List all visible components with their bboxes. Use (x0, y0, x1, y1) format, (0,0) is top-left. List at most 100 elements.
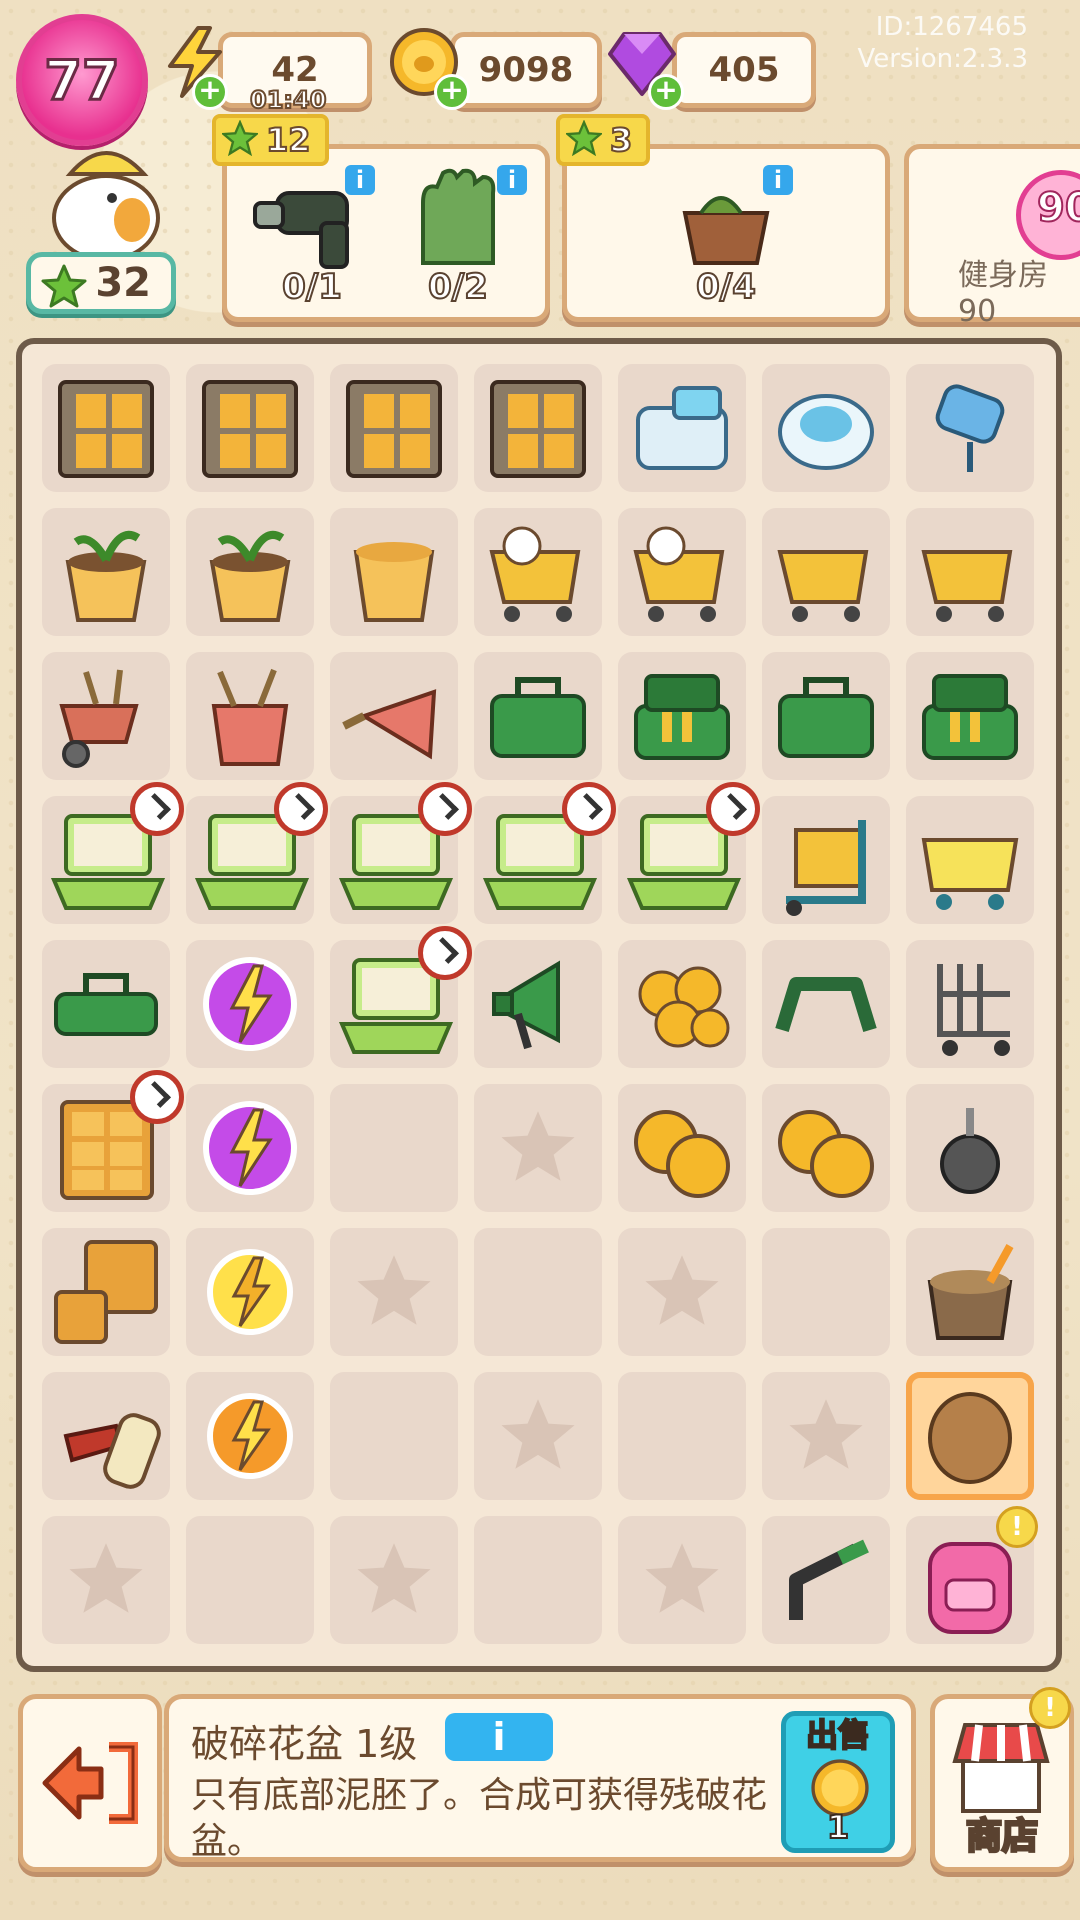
add-coins-button[interactable]: + (434, 74, 470, 110)
locker-icon[interactable] (334, 368, 454, 488)
shopping-cart-duck-icon[interactable] (622, 512, 742, 632)
handle-icon[interactable] (766, 944, 886, 1064)
board-cell[interactable] (330, 508, 458, 636)
board-cell[interactable] (474, 940, 602, 1068)
board-cell[interactable] (762, 1084, 890, 1212)
board-cell[interactable] (762, 1228, 890, 1356)
board-cell[interactable] (42, 1228, 170, 1356)
board-cell[interactable] (618, 1372, 746, 1500)
board-cell[interactable] (330, 1516, 458, 1644)
energy-orb-yellow-icon[interactable] (190, 1232, 310, 1352)
board-cell[interactable] (42, 782, 184, 924)
board-cell[interactable] (42, 508, 170, 636)
board-cell[interactable] (474, 1228, 602, 1356)
locker-icon[interactable] (190, 368, 310, 488)
board-cell[interactable] (762, 364, 890, 492)
toolbox-icon[interactable] (766, 656, 886, 776)
coin-pile-icon[interactable] (622, 944, 742, 1064)
drawer-cabinet-icon[interactable] (46, 1232, 166, 1352)
bucket-tools-icon[interactable] (190, 656, 310, 776)
board-cell[interactable] (762, 508, 890, 636)
board-cell[interactable] (330, 782, 472, 924)
board-cell[interactable] (330, 1228, 458, 1356)
board-cell[interactable] (474, 1372, 602, 1500)
board-cell[interactable] (906, 796, 1034, 924)
toolbox-open-icon[interactable] (622, 656, 742, 776)
board-cell[interactable] (762, 1372, 890, 1500)
shopping-cart-duck-icon[interactable] (478, 512, 598, 632)
board-cell[interactable] (618, 364, 746, 492)
robot-vacuum-icon[interactable] (766, 368, 886, 488)
board-cell[interactable] (762, 796, 890, 924)
energy-orb-purple-icon[interactable] (190, 944, 310, 1064)
board-cell[interactable] (618, 1516, 746, 1644)
sell-button[interactable]: 出售 1 (781, 1711, 895, 1853)
shopping-cart-icon[interactable] (910, 512, 1030, 632)
board-cell[interactable] (906, 652, 1034, 780)
board-cell[interactable] (618, 940, 746, 1068)
locker-icon[interactable] (478, 368, 598, 488)
toolbox-open-icon[interactable] (910, 656, 1030, 776)
order-card-2[interactable]: 0/4 i (562, 144, 890, 322)
board-cell[interactable] (186, 940, 314, 1068)
pipe-icon[interactable] (766, 1520, 886, 1640)
item-info-button[interactable]: i (445, 1713, 553, 1761)
board-cell[interactable] (762, 652, 890, 780)
board-cell[interactable] (618, 782, 760, 924)
order-card-1[interactable]: 0/1 i 0/2 i (222, 144, 550, 322)
duck-mascot-icon[interactable] (36, 128, 176, 268)
board-cell[interactable] (474, 782, 616, 924)
board-cell[interactable] (186, 1516, 314, 1644)
board-cell[interactable] (42, 1372, 170, 1500)
board-cell[interactable] (762, 940, 890, 1068)
board-cell[interactable] (474, 508, 602, 636)
board-cell[interactable] (906, 1228, 1034, 1356)
board-cell[interactable] (186, 364, 314, 492)
board-cell[interactable] (186, 1084, 314, 1212)
board-cell[interactable] (186, 508, 314, 636)
board-cell[interactable] (42, 364, 170, 492)
energy-orb-orange-icon[interactable] (190, 1376, 310, 1496)
bread-stone-icon[interactable] (910, 1376, 1030, 1496)
trowel-icon[interactable] (334, 656, 454, 776)
board-cell[interactable] (906, 940, 1034, 1068)
board-cell[interactable] (906, 1372, 1034, 1500)
board-cell[interactable] (42, 940, 170, 1068)
energy-orb-purple-icon[interactable] (190, 1088, 310, 1208)
wheelbarrow-icon[interactable] (46, 656, 166, 776)
board-cell[interactable] (474, 364, 602, 492)
board-cell[interactable] (330, 1372, 458, 1500)
board-cell[interactable] (330, 364, 458, 492)
locker-icon[interactable] (46, 368, 166, 488)
board-cell[interactable] (330, 1084, 458, 1212)
board-cell[interactable] (330, 652, 458, 780)
info-button[interactable]: i (763, 165, 793, 195)
caster-wheel-icon[interactable] (910, 1088, 1030, 1208)
toolbox-icon[interactable] (478, 656, 598, 776)
add-energy-button[interactable]: + (192, 74, 228, 110)
cart-basket-icon[interactable] (910, 800, 1030, 920)
info-button[interactable]: i (497, 165, 527, 195)
board-cell[interactable] (474, 1516, 602, 1644)
board-cell[interactable] (762, 1516, 890, 1644)
board-cell[interactable] (906, 364, 1034, 492)
board-cell[interactable] (42, 1516, 170, 1644)
coin-counter[interactable]: 9098 (450, 32, 602, 108)
level-badge[interactable]: 77 (16, 14, 148, 146)
shopping-cart-icon[interactable] (766, 512, 886, 632)
paint-roller-icon[interactable] (910, 368, 1030, 488)
board-cell[interactable] (42, 652, 170, 780)
board-cell[interactable] (618, 508, 746, 636)
board-cell[interactable] (42, 1070, 184, 1212)
gem-counter[interactable]: 405 (672, 32, 816, 108)
board-cell[interactable] (186, 1228, 314, 1356)
broken-pot-icon[interactable] (910, 1232, 1030, 1352)
board-cell[interactable] (186, 1372, 314, 1500)
megaphone-icon[interactable] (478, 944, 598, 1064)
player-star-counter[interactable]: 32 (26, 252, 176, 314)
board-cell[interactable] (330, 926, 472, 1068)
board-cell[interactable] (906, 1084, 1034, 1212)
coins-stack-icon[interactable] (622, 1088, 742, 1208)
board-cell[interactable] (474, 1084, 602, 1212)
toolbox-lid-icon[interactable] (46, 944, 166, 1064)
